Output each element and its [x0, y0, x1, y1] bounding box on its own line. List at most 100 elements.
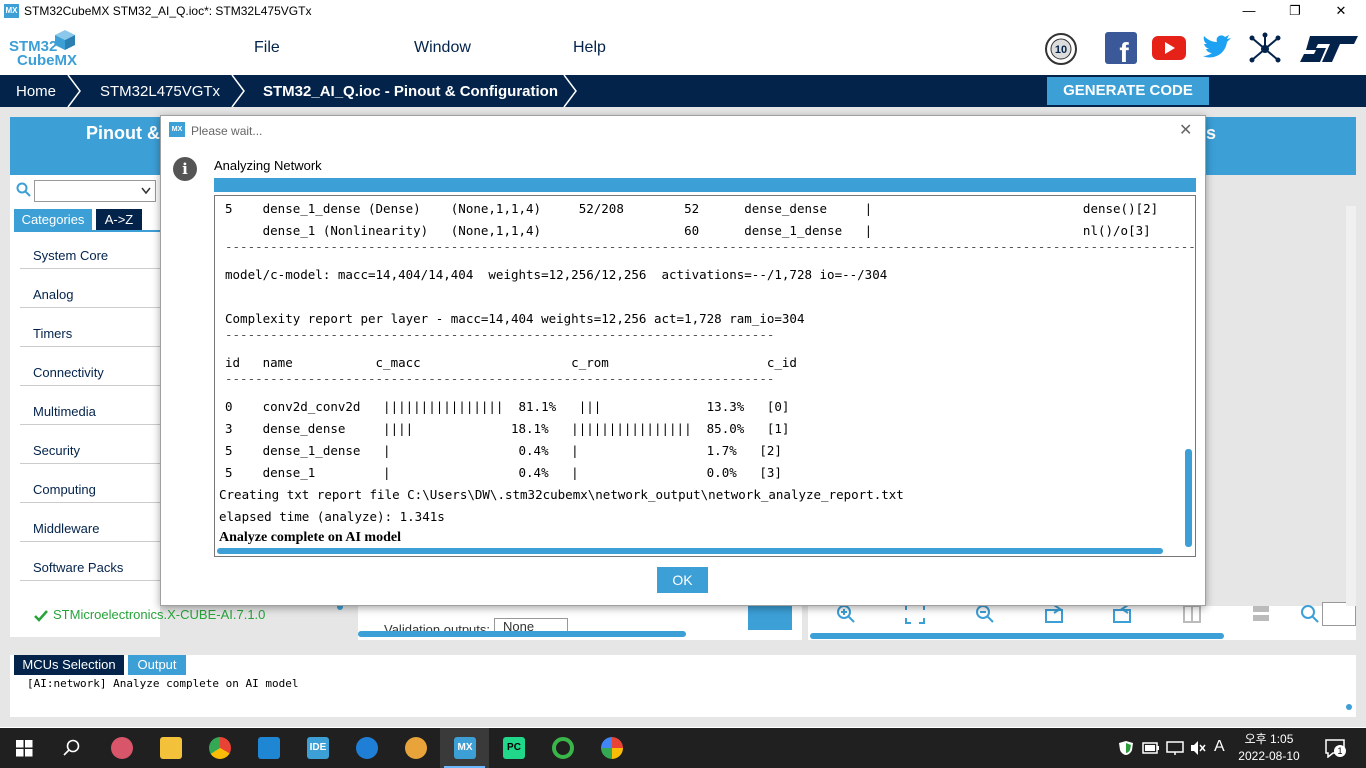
generate-code-button[interactable]: GENERATE CODE: [1047, 77, 1209, 105]
facebook-icon[interactable]: f: [1105, 32, 1137, 68]
analyze-complete-line: Analyze complete on AI model: [219, 530, 401, 545]
stm32cubemx-taskbar-icon[interactable]: MX: [454, 737, 476, 759]
tab-categories[interactable]: Categories: [14, 209, 92, 230]
log-horizontal-scrollbar[interactable]: [217, 548, 1163, 554]
search-input[interactable]: [34, 180, 156, 202]
tab-mcus-selection[interactable]: MCUs Selection: [14, 655, 124, 675]
breadcrumb-mcu[interactable]: STM32L475VGTx: [100, 83, 220, 100]
category-analog[interactable]: Analog: [33, 287, 73, 302]
divider: [20, 541, 160, 542]
dialog-close-button[interactable]: ✕: [1179, 120, 1192, 140]
divider: [20, 385, 160, 386]
menu-file[interactable]: File: [254, 39, 280, 57]
breadcrumb-project[interactable]: STM32_AI_Q.ioc - Pinout & Configuration: [263, 83, 558, 100]
right-tab[interactable]: s: [1200, 117, 1356, 175]
tab-underline: [14, 230, 160, 232]
minimize-button[interactable]: —: [1226, 2, 1272, 20]
category-middleware[interactable]: Middleware: [33, 521, 99, 536]
log-line: ----------------------------------------…: [225, 239, 1196, 254]
fit-screen-icon[interactable]: [905, 604, 925, 624]
log-line: 5 dense_1_dense (Dense) (None,1,1,4) 52/…: [225, 201, 1159, 216]
menu-help[interactable]: Help: [573, 39, 606, 57]
dialog-title: Please wait...: [191, 124, 263, 138]
notification-center-icon[interactable]: 1: [1325, 738, 1346, 759]
security-shield-icon[interactable]: [1118, 740, 1134, 756]
please-wait-dialog: MX Please wait... ✕ i Analyzing Network …: [160, 115, 1206, 606]
clock-time: 오후 1:05: [1244, 732, 1294, 746]
search-icon[interactable]: [1300, 604, 1320, 624]
horizontal-scrollbar[interactable]: [810, 633, 1224, 639]
tab-a-to-z[interactable]: A->Z: [96, 209, 142, 230]
zoom-in-icon[interactable]: [836, 604, 856, 624]
divider: [20, 502, 160, 503]
import-icon[interactable]: [1112, 604, 1132, 624]
network-icon[interactable]: [1248, 32, 1282, 66]
dialog-message: Analyzing Network: [214, 158, 322, 173]
checkmark-icon: [34, 609, 48, 622]
search-icon: [16, 182, 31, 197]
vertical-scrollbar[interactable]: [1346, 206, 1356, 606]
horizontal-scrollbar[interactable]: [358, 631, 686, 637]
paint-app-icon[interactable]: [111, 737, 133, 759]
windows-start-icon[interactable]: [16, 740, 33, 757]
stm32cubeide-icon[interactable]: IDE: [307, 737, 329, 759]
breadcrumb-home[interactable]: Home: [16, 83, 56, 100]
export-icon[interactable]: [1044, 604, 1064, 624]
log-line: Complexity report per layer - macc=14,40…: [225, 311, 805, 326]
console-scrollbar[interactable]: [1345, 678, 1353, 714]
dialog-app-icon: MX: [169, 122, 185, 137]
chrome-icon[interactable]: [209, 737, 231, 759]
analysis-log[interactable]: 5 dense_1_dense (Dense) (None,1,1,4) 52/…: [214, 195, 1196, 557]
ok-button[interactable]: OK: [657, 567, 708, 593]
log-line: 5 dense_1_dense | 0.4% | 1.7% [2]: [225, 443, 782, 458]
network-status-icon[interactable]: [1166, 740, 1184, 756]
progress-bar: [214, 178, 1196, 192]
anniversary-badge-icon[interactable]: 10: [1044, 32, 1078, 66]
category-security[interactable]: Security: [33, 443, 80, 458]
right-tab-label: s: [1206, 123, 1217, 143]
menu-window[interactable]: Window: [414, 39, 471, 57]
log-line: 3 dense_dense |||| 18.1% |||||||||||||||…: [225, 421, 790, 436]
category-software-packs[interactable]: Software Packs: [33, 560, 123, 575]
category-connectivity[interactable]: Connectivity: [33, 365, 104, 380]
search-icon[interactable]: [63, 739, 81, 757]
stm32cubeprogrammer-icon[interactable]: [356, 737, 378, 759]
photos-app-icon[interactable]: [601, 737, 623, 759]
action-button[interactable]: [748, 606, 792, 630]
category-computing[interactable]: Computing: [33, 482, 96, 497]
palette-app-icon[interactable]: [405, 737, 427, 759]
st-logo-icon[interactable]: [1300, 34, 1358, 64]
divider: [20, 424, 160, 425]
file-explorer-icon[interactable]: [160, 737, 182, 759]
taskbar-clock[interactable]: 오후 1:05 2022-08-10: [1236, 731, 1302, 765]
pycharm-icon[interactable]: PC: [503, 737, 525, 759]
vscode-icon[interactable]: [258, 737, 280, 759]
category-multimedia[interactable]: Multimedia: [33, 404, 96, 419]
list-view-icon[interactable]: [1251, 604, 1271, 624]
tab-output[interactable]: Output: [128, 655, 186, 675]
split-view-icon[interactable]: [1182, 604, 1202, 624]
twitter-icon[interactable]: [1201, 34, 1233, 62]
pinout-tab[interactable]: Pinout &: [10, 117, 160, 175]
chevron-right-icon: [563, 75, 577, 107]
ime-indicator[interactable]: A: [1214, 738, 1225, 756]
clock-date: 2022-08-10: [1238, 749, 1300, 763]
close-button[interactable]: ✕: [1318, 2, 1364, 20]
volume-muted-icon[interactable]: [1190, 740, 1206, 756]
zoom-out-icon[interactable]: [975, 604, 995, 624]
console-output: [AI:network] Analyze complete on AI mode…: [27, 677, 299, 690]
category-system-core[interactable]: System Core: [33, 248, 108, 263]
software-pack-item[interactable]: STMicroelectronics.X-CUBE-AI.7.1.0: [53, 607, 265, 622]
pinout-tab-label: Pinout &: [86, 123, 160, 143]
youtube-icon[interactable]: [1152, 36, 1186, 60]
cube-icon: [54, 29, 76, 51]
log-vertical-scrollbar[interactable]: [1185, 449, 1192, 547]
divider: [20, 268, 160, 269]
sync-app-icon[interactable]: [552, 737, 574, 759]
category-timers[interactable]: Timers: [33, 326, 72, 341]
battery-icon[interactable]: [1142, 741, 1160, 755]
elapsed-time-line: elapsed time (analyze): 1.341s: [219, 509, 445, 524]
notification-count: 1: [1334, 745, 1346, 757]
maximize-button[interactable]: ❐: [1272, 2, 1318, 20]
chevron-right-icon: [231, 75, 245, 107]
